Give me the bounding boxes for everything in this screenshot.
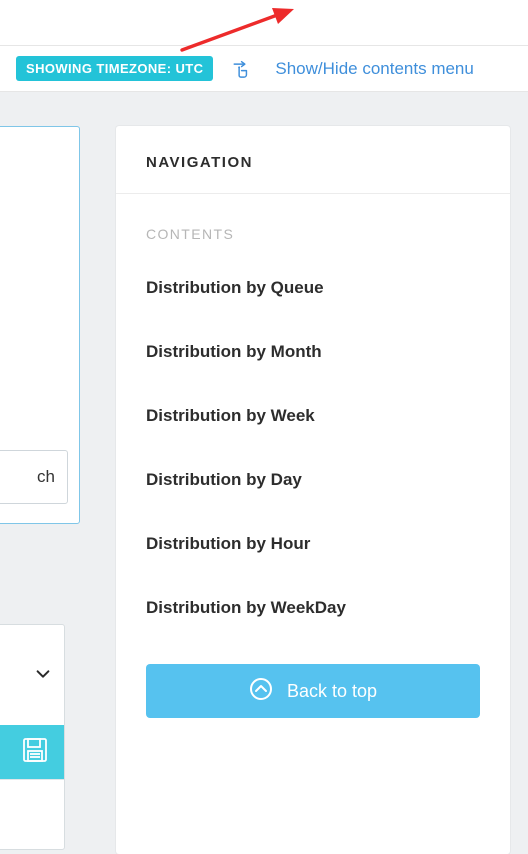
top-white-spacer [0,0,528,46]
search-input-fragment[interactable]: ch [0,450,68,504]
timezone-badge: SHOWING TIMEZONE: UTC [16,56,213,81]
nav-item-distribution-weekday[interactable]: Distribution by WeekDay [146,576,480,640]
show-hide-contents-link[interactable]: Show/Hide contents menu [275,59,473,79]
background-row-divider [0,779,64,815]
chevron-down-icon[interactable] [34,665,52,688]
navigation-section-label: CONTENTS [116,194,510,250]
save-disk-icon [22,737,48,768]
nav-item-distribution-month[interactable]: Distribution by Month [146,320,480,384]
header-bar: SHOWING TIMEZONE: UTC Show/Hide contents… [0,46,528,92]
background-card-fragment-bottom [0,624,65,850]
back-to-top-button[interactable]: Back to top [146,664,480,718]
body-area: ch NAVIGATION CONTENTS Distribution by Q… [0,92,528,854]
navigation-title: NAVIGATION [116,126,510,194]
navigation-list: Distribution by Queue Distribution by Mo… [116,250,510,640]
save-strip[interactable] [0,725,64,779]
nav-item-distribution-hour[interactable]: Distribution by Hour [146,512,480,576]
back-to-top-label: Back to top [287,681,377,702]
nav-item-distribution-day[interactable]: Distribution by Day [146,448,480,512]
swipe-icon[interactable] [231,57,257,81]
chevron-up-circle-icon [249,677,273,706]
nav-item-distribution-queue[interactable]: Distribution by Queue [146,256,480,320]
nav-item-distribution-week[interactable]: Distribution by Week [146,384,480,448]
navigation-panel: NAVIGATION CONTENTS Distribution by Queu… [116,126,510,854]
